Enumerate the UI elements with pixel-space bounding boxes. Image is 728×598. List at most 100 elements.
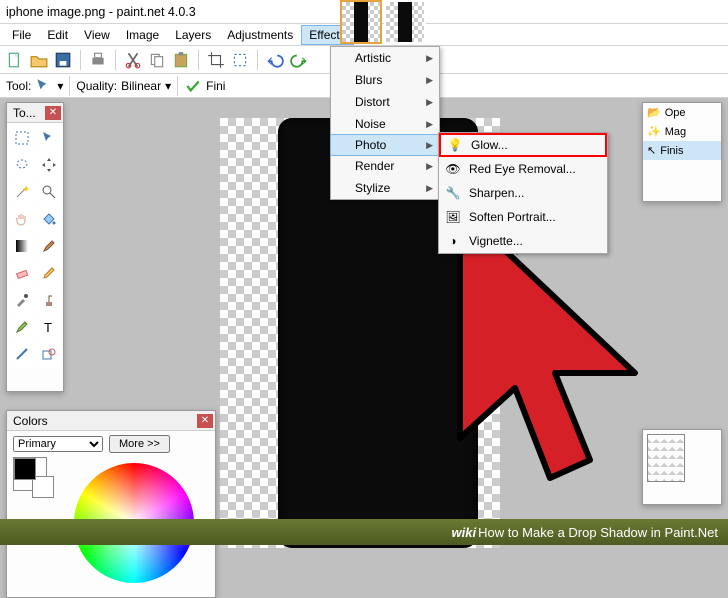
- zoom-tool[interactable]: [36, 179, 62, 205]
- effects-distort[interactable]: Distort▶: [331, 91, 439, 113]
- menu-file[interactable]: File: [4, 25, 39, 45]
- clone-stamp-tool[interactable]: [36, 287, 62, 313]
- photo-sharpen[interactable]: 🔧Sharpen...: [439, 181, 607, 205]
- colors-more-button[interactable]: More >>: [109, 435, 170, 453]
- primary-color[interactable]: [14, 458, 36, 480]
- print-icon[interactable]: [89, 51, 107, 69]
- history-item-finish[interactable]: ↖Finis: [643, 141, 721, 160]
- finish-label[interactable]: Fini: [206, 79, 225, 93]
- move-selection-tool[interactable]: [36, 125, 62, 151]
- separator: [80, 50, 81, 70]
- save-icon[interactable]: [54, 51, 72, 69]
- bulb-icon: 💡: [447, 137, 463, 153]
- eraser-tool[interactable]: [9, 260, 35, 286]
- undo-icon[interactable]: [266, 51, 284, 69]
- separator: [198, 50, 199, 70]
- history-panel: 📂Ope ✨Mag ↖Finis: [642, 102, 722, 202]
- menu-view[interactable]: View: [76, 25, 118, 45]
- history-item-open[interactable]: 📂Ope: [643, 103, 721, 122]
- chevron-right-icon: ▶: [426, 140, 433, 151]
- color-picker-tool[interactable]: [9, 287, 35, 313]
- color-mode-select[interactable]: Primary: [13, 436, 103, 452]
- window-title: iphone image.png - paint.net 4.0.3: [6, 5, 196, 19]
- quality-label: Quality:: [76, 79, 117, 93]
- effects-dropdown: Artistic▶ Blurs▶ Distort▶ Noise▶ Photo▶ …: [330, 46, 440, 200]
- chevron-right-icon: ▶: [426, 183, 433, 194]
- menu-layers[interactable]: Layers: [167, 25, 219, 45]
- photo-vignette[interactable]: ◑Vignette...: [439, 229, 607, 253]
- effects-render[interactable]: Render▶: [331, 155, 439, 177]
- move-tool-icon[interactable]: [35, 77, 53, 95]
- paint-bucket-tool[interactable]: [36, 206, 62, 232]
- chevron-right-icon: ▶: [426, 75, 433, 86]
- photo-soften[interactable]: 🖼Soften Portrait...: [439, 205, 607, 229]
- chevron-right-icon: ▶: [426, 161, 433, 172]
- rectangle-select-tool[interactable]: [9, 125, 35, 151]
- crop-icon[interactable]: [207, 51, 225, 69]
- layer-thumb[interactable]: [647, 434, 685, 482]
- arrow-icon: ↖: [647, 144, 656, 157]
- effects-blurs[interactable]: Blurs▶: [331, 69, 439, 91]
- close-icon[interactable]: ✕: [197, 414, 213, 428]
- redo-icon[interactable]: [290, 51, 308, 69]
- copy-icon[interactable]: [148, 51, 166, 69]
- menu-edit[interactable]: Edit: [39, 25, 76, 45]
- effects-photo[interactable]: Photo▶: [330, 134, 440, 156]
- shapes-tool[interactable]: [36, 341, 62, 367]
- separator: [115, 50, 116, 70]
- photo-redeye[interactable]: 👁Red Eye Removal...: [439, 157, 607, 181]
- folder-icon: 📂: [647, 106, 661, 119]
- effects-artistic[interactable]: Artistic▶: [331, 47, 439, 69]
- paintbrush-tool[interactable]: [36, 233, 62, 259]
- new-file-icon[interactable]: [6, 51, 24, 69]
- doc-thumb-1[interactable]: [340, 0, 382, 44]
- lasso-tool[interactable]: [9, 152, 35, 178]
- magic-wand-tool[interactable]: [9, 179, 35, 205]
- recolor-tool[interactable]: [9, 314, 35, 340]
- open-file-icon[interactable]: [30, 51, 48, 69]
- chevron-right-icon: ▶: [426, 53, 433, 64]
- tools-panel-title: To...: [13, 106, 36, 120]
- chevron-right-icon: ▶: [426, 119, 433, 130]
- pencil-tool[interactable]: [36, 260, 62, 286]
- colors-panel: Colors ✕ Primary More >>: [6, 410, 216, 598]
- eye-icon: 👁: [445, 161, 461, 177]
- article-title: How to Make a Drop Shadow in Paint.Net: [478, 525, 718, 540]
- sharpen-icon: 🔧: [445, 185, 461, 201]
- separator: [257, 50, 258, 70]
- finish-icon[interactable]: [184, 77, 202, 95]
- effects-noise[interactable]: Noise▶: [331, 113, 439, 135]
- menu-adjustments[interactable]: Adjustments: [219, 25, 301, 45]
- wikihow-logo: wiki: [452, 525, 477, 540]
- pan-tool[interactable]: [9, 206, 35, 232]
- dropdown-icon[interactable]: ▾: [57, 79, 63, 93]
- effects-stylize[interactable]: Stylize▶: [331, 177, 439, 199]
- photo-glow[interactable]: 💡Glow...: [439, 133, 607, 157]
- layers-panel: [642, 429, 722, 505]
- primary-secondary-swatch[interactable]: [13, 457, 47, 491]
- separator: [177, 76, 178, 96]
- dropdown-icon[interactable]: ▾: [165, 79, 171, 93]
- quality-value[interactable]: Bilinear: [121, 79, 161, 93]
- menu-image[interactable]: Image: [118, 25, 167, 45]
- deselect-icon[interactable]: [231, 51, 249, 69]
- document-thumbnails: [340, 0, 426, 46]
- colors-panel-title: Colors: [13, 414, 48, 428]
- text-tool[interactable]: T: [36, 314, 62, 340]
- line-tool[interactable]: [9, 341, 35, 367]
- paste-icon[interactable]: [172, 51, 190, 69]
- tools-panel: To... ✕ T: [6, 102, 64, 392]
- wikihow-caption: wiki How to Make a Drop Shadow in Paint.…: [0, 519, 728, 545]
- photo-submenu: 💡Glow... 👁Red Eye Removal... 🔧Sharpen...…: [438, 132, 608, 254]
- close-icon[interactable]: ✕: [45, 106, 61, 120]
- separator: [69, 76, 70, 96]
- portrait-icon: 🖼: [445, 209, 461, 225]
- history-item-wand[interactable]: ✨Mag: [643, 122, 721, 141]
- gradient-tool[interactable]: [9, 233, 35, 259]
- chevron-right-icon: ▶: [426, 97, 433, 108]
- cut-icon[interactable]: [124, 51, 142, 69]
- move-pixels-tool[interactable]: [36, 152, 62, 178]
- vignette-icon: ◑: [445, 233, 461, 249]
- doc-thumb-2[interactable]: [384, 0, 426, 44]
- wand-icon: ✨: [647, 125, 661, 138]
